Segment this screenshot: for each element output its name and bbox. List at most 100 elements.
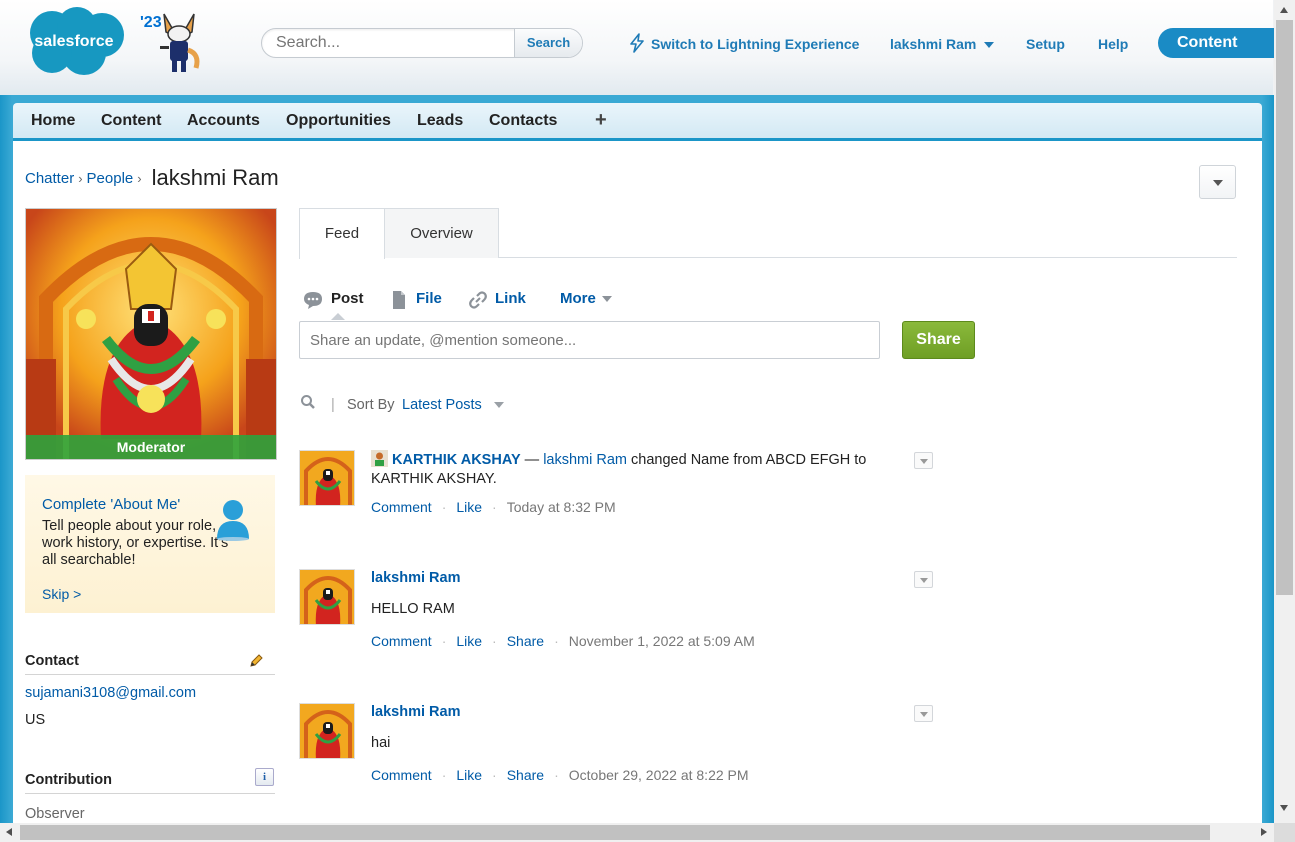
add-tab-button[interactable]: + [595,109,607,132]
dot-separator: · [492,767,497,783]
vertical-scroll-thumb[interactable] [1276,20,1293,595]
page-actions-dropdown[interactable] [1199,165,1236,199]
chevron-down-icon [601,296,612,303]
post-author-link[interactable]: KARTHIK AKSHAY [392,452,521,468]
dot-separator: · [441,499,447,515]
post-author-link[interactable]: lakshmi Ram [371,570,460,586]
publisher-more-label: More [560,290,596,307]
post-actions: Comment · Like · Share · November 1, 2022 at 5… [371,633,755,649]
user-menu-label: lakshmi Ram [890,36,977,52]
comment-link[interactable]: Comment [371,633,432,649]
user-avatar-icon [371,450,388,467]
avatar-image [300,570,354,624]
publisher-pointer [331,313,345,320]
horizontal-scrollbar[interactable] [0,823,1274,842]
edit-pencil-icon[interactable] [248,653,264,669]
switch-to-lightning-link[interactable]: Switch to Lightning Experience [651,36,859,52]
skip-link[interactable]: Skip > [42,586,81,602]
tab-leads[interactable]: Leads [417,112,463,130]
comment-link[interactable]: Comment [371,499,432,515]
tab-overview[interactable]: Overview [384,208,499,258]
post-target-link[interactable]: lakshmi Ram [543,452,627,468]
sort-label: Sort By [347,397,395,413]
post-actions: Comment · Like · Share · October 29, 2022 at 8… [371,767,749,783]
user-menu[interactable]: lakshmi Ram [890,36,995,52]
tab-content[interactable]: Content [101,112,161,130]
logo-text: salesforce [34,33,113,50]
tab-home[interactable]: Home [31,112,75,130]
info-icon[interactable]: i [255,768,274,786]
post-menu-dropdown[interactable] [914,571,933,588]
link-icon [469,291,487,309]
avatar[interactable] [299,569,355,625]
lightning-bolt-icon [630,33,644,53]
breadcrumb-chatter[interactable]: Chatter [25,170,74,187]
dot-separator: · [492,499,497,515]
post-author-link[interactable]: lakshmi Ram [371,704,460,720]
post-header: lakshmi Ram [371,703,901,722]
post-header: lakshmi Ram [371,569,901,588]
vertical-scrollbar[interactable] [1274,0,1295,823]
publisher-more[interactable]: More [560,290,612,307]
publisher-link[interactable]: Link [495,290,526,307]
publisher-post[interactable]: Post [331,290,364,307]
search-input[interactable] [262,29,514,57]
tab-contacts[interactable]: Contacts [489,112,557,130]
complete-about-me-link[interactable]: Complete 'About Me' [42,496,180,513]
share-link[interactable]: Share [507,767,544,783]
help-link[interactable]: Help [1098,36,1128,52]
chevron-right-icon: › [137,171,142,186]
post-body: HELLO RAM [371,601,455,617]
avatar-image [300,451,354,505]
like-link[interactable]: Like [456,499,482,515]
dot-separator: · [554,633,559,649]
post-menu-dropdown[interactable] [914,452,933,469]
post-menu-dropdown[interactable] [914,705,933,722]
scroll-right-arrow-icon[interactable] [1261,828,1267,836]
share-button[interactable]: Share [902,321,975,359]
like-link[interactable]: Like [456,633,482,649]
salesforce-logo[interactable]: salesforce [22,5,126,77]
search-button[interactable]: Search [514,29,582,57]
profile-photo[interactable]: Moderator [25,208,277,460]
setup-link[interactable]: Setup [1026,36,1065,52]
contribution-heading: Contribution [25,772,275,794]
search-icon[interactable] [300,394,316,410]
scrollbar-corner [1274,823,1295,842]
like-link[interactable]: Like [456,767,482,783]
tab-feed[interactable]: Feed [299,208,385,259]
about-me-description: Tell people about your role, work histor… [42,518,229,568]
avatar[interactable] [299,450,355,506]
main-content: Chatter › People › lakshmi Ram Moderator… [13,141,1262,823]
chevron-down-icon [493,402,504,409]
horizontal-scroll-thumb[interactable] [20,825,1210,840]
dot-separator: · [554,767,559,783]
country-value: US [25,712,46,728]
sort-dropdown[interactable]: Latest Posts [402,397,504,413]
chat-bubble-icon [304,292,322,309]
post-timestamp: October 29, 2022 at 8:22 PM [568,767,749,783]
share-link[interactable]: Share [507,633,544,649]
post-body: hai [371,735,391,751]
email-link[interactable]: sujamani3108@gmail.com [25,685,196,701]
breadcrumb-people[interactable]: People [87,170,134,187]
app-switcher[interactable]: Content [1158,28,1274,58]
tab-accounts[interactable]: Accounts [187,112,260,130]
tab-opportunities[interactable]: Opportunities [286,112,391,130]
avatar[interactable] [299,703,355,759]
scroll-left-arrow-icon[interactable] [6,828,12,836]
publisher-file[interactable]: File [416,290,442,307]
contact-heading: Contact [25,653,275,675]
global-header: salesforce '23 Search Switch to Lightnin… [0,0,1274,100]
comment-link[interactable]: Comment [371,767,432,783]
about-me-prompt: Complete 'About Me' Tell people about yo… [25,475,275,613]
scroll-down-arrow-icon[interactable] [1280,805,1288,811]
chevron-right-icon: › [78,171,83,186]
scroll-up-arrow-icon[interactable] [1280,7,1288,13]
global-search: Search [261,28,583,58]
moderator-badge: Moderator [26,435,276,459]
chevron-down-icon [920,712,928,717]
person-icon [217,500,249,541]
dot-separator: · [441,767,447,783]
share-update-input[interactable] [299,321,880,359]
